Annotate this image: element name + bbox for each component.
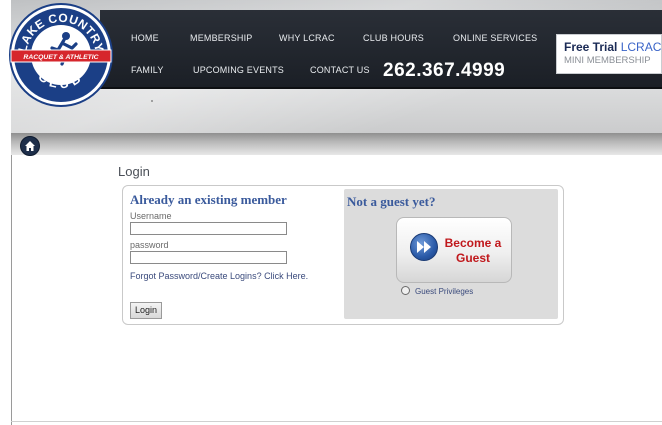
nav-upcoming-events[interactable]: UPCOMING EVENTS — [193, 65, 284, 75]
free-trial-brand: LCRAC — [620, 40, 662, 54]
nav-family[interactable]: FAMILY — [131, 65, 164, 75]
become-guest-line1: Become a — [444, 236, 502, 250]
guest-privileges-label: Guest Privileges — [415, 287, 474, 296]
password-input[interactable] — [130, 251, 287, 264]
become-guest-label: Become a Guest — [438, 236, 508, 266]
free-trial-banner[interactable]: Free Trial LCRAC MINI MEMBERSHIP — [556, 34, 662, 74]
password-label: password — [130, 240, 169, 250]
username-label: Username — [130, 211, 172, 221]
nav-home[interactable]: HOME — [131, 33, 159, 43]
username-input[interactable] — [130, 222, 287, 235]
nav-why-lcrac[interactable]: WHY LCRAC — [279, 33, 335, 43]
club-logo[interactable]: LAKE COUNTRY CLUB RACQUET & ATHLETIC — [8, 2, 114, 108]
forgot-password-link[interactable]: Forgot Password/Create Logins? Click Her… — [130, 271, 308, 281]
existing-member-heading: Already an existing member — [130, 192, 287, 207]
nav-club-hours[interactable]: CLUB HOURS — [363, 33, 424, 43]
nav-online-services[interactable]: ONLINE SERVICES — [453, 33, 537, 43]
logo-banner-text: RACQUET & ATHLETIC — [23, 54, 98, 61]
home-icon — [25, 141, 35, 151]
become-guest-line2: Guest — [455, 251, 490, 265]
free-trial-subtitle: MINI MEMBERSHIP — [564, 55, 651, 66]
circle-bullet-icon — [401, 286, 410, 295]
breadcrumb-bar — [11, 133, 662, 155]
bottom-divider — [11, 421, 662, 422]
phone-number: 262.367.4999 — [383, 60, 506, 81]
page-title: Login — [118, 164, 150, 179]
nav-contact-us[interactable]: CONTACT US — [310, 65, 370, 75]
play-icon — [410, 233, 438, 261]
home-button[interactable] — [20, 136, 40, 156]
free-trial-title: Free Trial LCRAC — [564, 40, 661, 54]
free-trial-text: Free Trial — [564, 40, 621, 54]
nav-membership[interactable]: MEMBERSHIP — [190, 33, 253, 43]
guest-privileges-link[interactable]: Guest Privileges — [401, 286, 473, 296]
guest-heading: Not a guest yet? — [347, 194, 436, 209]
decorative-dot — [151, 100, 153, 102]
login-button[interactable]: Login — [130, 302, 162, 319]
